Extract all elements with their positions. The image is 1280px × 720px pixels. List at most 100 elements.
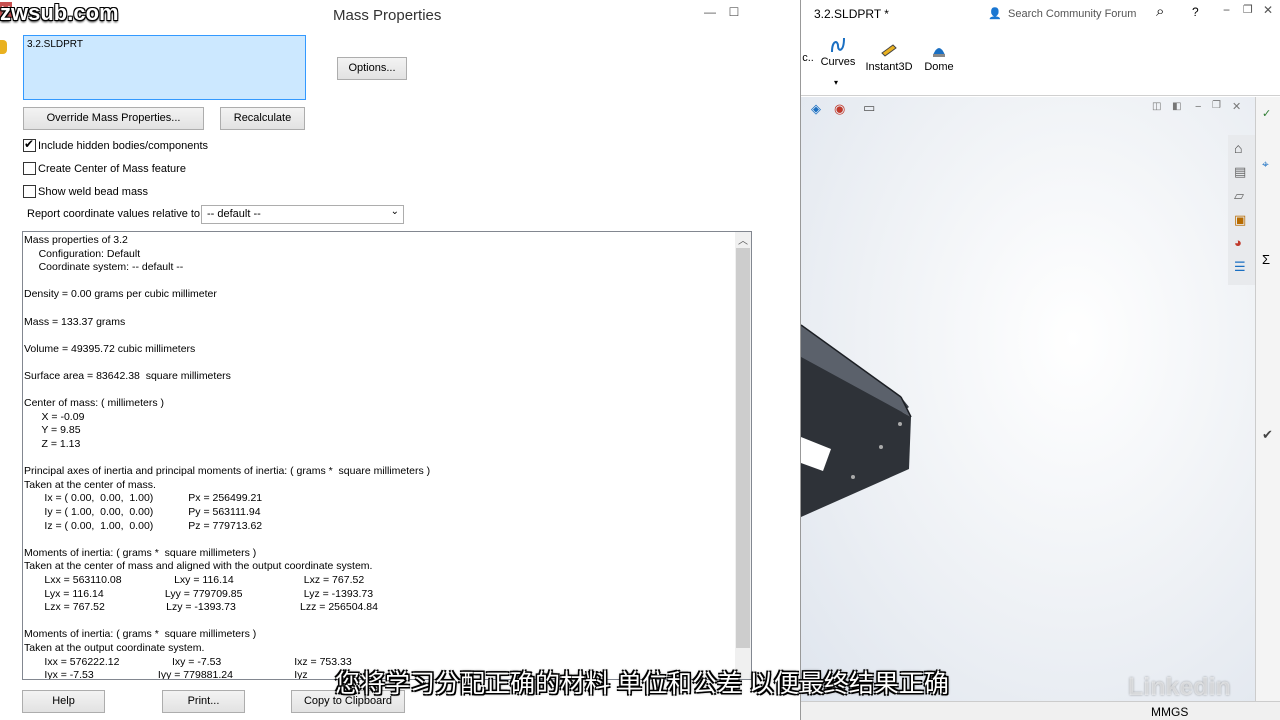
results-line: X = -0.09 <box>24 410 85 423</box>
coord-system-select[interactable]: -- default -- ⌄ <box>201 205 404 224</box>
results-line: Z = 1.13 <box>24 438 81 450</box>
results-textbox[interactable]: Mass properties of 3.2 Configuration: De… <box>22 231 752 680</box>
part-icon <box>0 40 7 54</box>
sheet-metal-part <box>801 324 912 517</box>
close-icon[interactable]: ✕ <box>1263 3 1273 17</box>
spell-check-icon[interactable]: ✓ <box>1262 107 1271 120</box>
ribbon: c.. Curves Instant3D Dome ▾ <box>801 28 1280 96</box>
results-line: Y = 9.85 <box>24 424 81 437</box>
document-title: 3.2.SLDPRT * <box>814 7 889 21</box>
ribbon-item-curves[interactable]: Curves <box>819 36 857 68</box>
results-line: Ixx = 576222.12 Ixy = -7.53 Ixz = 753.33 <box>24 655 352 668</box>
close-icon[interactable]: ✕ <box>1232 100 1241 113</box>
home-icon[interactable]: ⌂ <box>1234 140 1242 156</box>
ribbon-item-partial[interactable]: c.. <box>801 52 815 64</box>
scrollbar-thumb[interactable] <box>736 248 750 648</box>
minimize-icon[interactable]: — <box>700 2 720 22</box>
help-icon[interactable]: ? <box>1192 5 1199 19</box>
dialog-title-bar: Mass Properties — ☐ ✕ <box>0 0 800 30</box>
video-subtitle: 您将学习分配正确的材料 单位和公差 以便最终结果正确 <box>335 670 949 698</box>
results-line: Lxx = 563110.08 Lxy = 116.14 Lxz = 767.5… <box>24 574 365 586</box>
measure-icon[interactable]: ⌖ <box>1262 157 1269 172</box>
appearance-icon[interactable]: ◉ <box>834 101 845 117</box>
custom-properties-icon[interactable]: ☰ <box>1234 259 1246 275</box>
restore-icon[interactable]: ❐ <box>1212 100 1221 111</box>
tile-icon[interactable]: ◧ <box>1172 101 1181 112</box>
results-line: Moments of inertia: ( grams * square mil… <box>24 628 257 641</box>
recalculate-button[interactable]: Recalculate <box>220 107 305 130</box>
sum-icon[interactable]: Σ <box>1262 252 1270 267</box>
right-toolbar: ✓ ⌖ Σ ✔ <box>1255 97 1280 701</box>
units-indicator[interactable]: MMGS <box>1151 705 1188 719</box>
print-button[interactable]: Print... <box>162 690 245 713</box>
show-weld-bead-checkbox[interactable] <box>23 185 36 198</box>
coord-system-label: Report coordinate values relative to: <box>27 208 204 220</box>
include-hidden-label: Include hidden bodies/components <box>38 140 209 152</box>
results-line: Configuration: Default <box>24 247 141 260</box>
display-style-icon[interactable]: ◈ <box>811 101 821 117</box>
check-icon[interactable]: ✔ <box>1262 427 1273 443</box>
minimize-icon[interactable]: − <box>1195 101 1201 113</box>
minimize-icon[interactable]: − <box>1223 3 1230 17</box>
view-settings-icon[interactable]: ▭ <box>863 100 875 116</box>
split-view-icon[interactable]: ◫ <box>1152 101 1161 112</box>
selected-item[interactable]: 3.2.SLDPRT <box>27 39 83 50</box>
ribbon-item-label: Dome <box>924 61 954 73</box>
results-line: Ix = ( 0.00, 0.00, 1.00) Px = 256499.21 <box>24 492 263 505</box>
search-icon[interactable]: ⌕ <box>1156 3 1164 20</box>
watermark: zwsub.com <box>0 0 119 25</box>
results-line: Taken at the center of mass and aligned … <box>24 560 373 573</box>
create-center-of-mass-label: Create Center of Mass feature <box>38 163 186 175</box>
view-toolbar: ◈ ◉ ▭ ◫ ◧ − ❐ ✕ <box>801 97 1255 119</box>
ribbon-expand-icon[interactable]: ▾ <box>834 78 838 87</box>
override-mass-properties-button[interactable]: Override Mass Properties... <box>23 107 204 130</box>
results-line: Center of mass: ( millimeters ) <box>24 397 165 410</box>
app-title-bar: 3.2.SLDPRT * 👤 Search Community Forum ⌕ … <box>801 0 1280 28</box>
appearances-icon[interactable]: ◕ <box>1234 235 1242 250</box>
results-line: Iy = ( 1.00, 0.00, 0.00) Py = 563111.94 <box>24 506 261 518</box>
ribbon-item-label: Instant3D <box>865 61 913 73</box>
create-center-of-mass-checkbox[interactable] <box>23 162 36 175</box>
results-line: Coordinate system: -- default -- <box>24 261 184 274</box>
results-line: Iyx = -7.53 Iyy = 779881.24 Iyz <box>24 669 308 680</box>
selected-items-list[interactable]: 3.2.SLDPRT <box>23 35 306 100</box>
results-line: Mass properties of 3.2 <box>24 234 128 246</box>
include-hidden-checkbox[interactable] <box>23 137 36 152</box>
results-line: Taken at the center of mass. <box>24 478 156 491</box>
status-bar: MMGS <box>801 701 1280 720</box>
help-button[interactable]: Help <box>22 690 105 713</box>
solidworks-window: 3.2.SLDPRT * 👤 Search Community Forum ⌕ … <box>800 0 1280 720</box>
results-scrollbar[interactable]: ︿ <box>735 232 751 679</box>
results-line: Density = 0.00 grams per cubic millimete… <box>24 288 217 301</box>
coord-system-value: -- default -- <box>207 208 261 220</box>
options-button[interactable]: Options... <box>337 57 407 80</box>
graphics-area[interactable] <box>801 97 1255 701</box>
view-palette-icon[interactable]: ▣ <box>1234 212 1246 228</box>
restore-icon[interactable]: ❐ <box>1243 3 1253 16</box>
results-line: Iz = ( 0.00, 1.00, 0.00) Pz = 779713.62 <box>24 519 263 532</box>
results-line: Lzx = 767.52 Lzy = -1393.73 Lzz = 256504… <box>24 601 378 614</box>
chevron-up-icon[interactable]: ︿ <box>738 232 748 247</box>
library-icon[interactable]: ▤ <box>1234 164 1246 180</box>
chevron-down-icon: ⌄ <box>390 206 399 217</box>
ribbon-item-label: c.. <box>802 52 814 64</box>
user-icon: 👤 <box>988 8 1002 20</box>
maximize-icon[interactable]: ☐ <box>724 2 744 22</box>
results-line: Mass = 133.37 grams <box>24 315 126 328</box>
task-pane-tabs: ⌂ ▤ ▱ ▣ ◕ ☰ <box>1228 135 1255 285</box>
folder-icon[interactable]: ▱ <box>1234 188 1244 204</box>
dome-icon <box>933 48 945 57</box>
ribbon-item-dome[interactable]: Dome <box>921 41 957 73</box>
results-line: Lyx = 116.14 Lyy = 779709.85 Lyz = -1393… <box>24 587 374 600</box>
results-line: Volume = 49395.72 cubic millimeters <box>24 342 196 355</box>
results-line: Principal axes of inertia and principal … <box>24 465 431 478</box>
ribbon-item-label: Curves <box>820 56 856 68</box>
results-line: Moments of inertia: ( grams * square mil… <box>24 546 257 559</box>
instant3d-icon <box>881 44 897 57</box>
search-input[interactable]: 👤 Search Community Forum <box>984 4 1154 24</box>
dialog-title: Mass Properties <box>333 7 442 24</box>
ribbon-item-instant3d[interactable]: Instant3D <box>863 41 915 73</box>
linkedin-logo: Linkedin <box>1128 673 1231 701</box>
mass-properties-dialog: Mass Properties — ☐ ✕ zwsub.com 3.2.SLDP… <box>0 0 800 720</box>
search-placeholder: Search Community Forum <box>1008 8 1137 20</box>
